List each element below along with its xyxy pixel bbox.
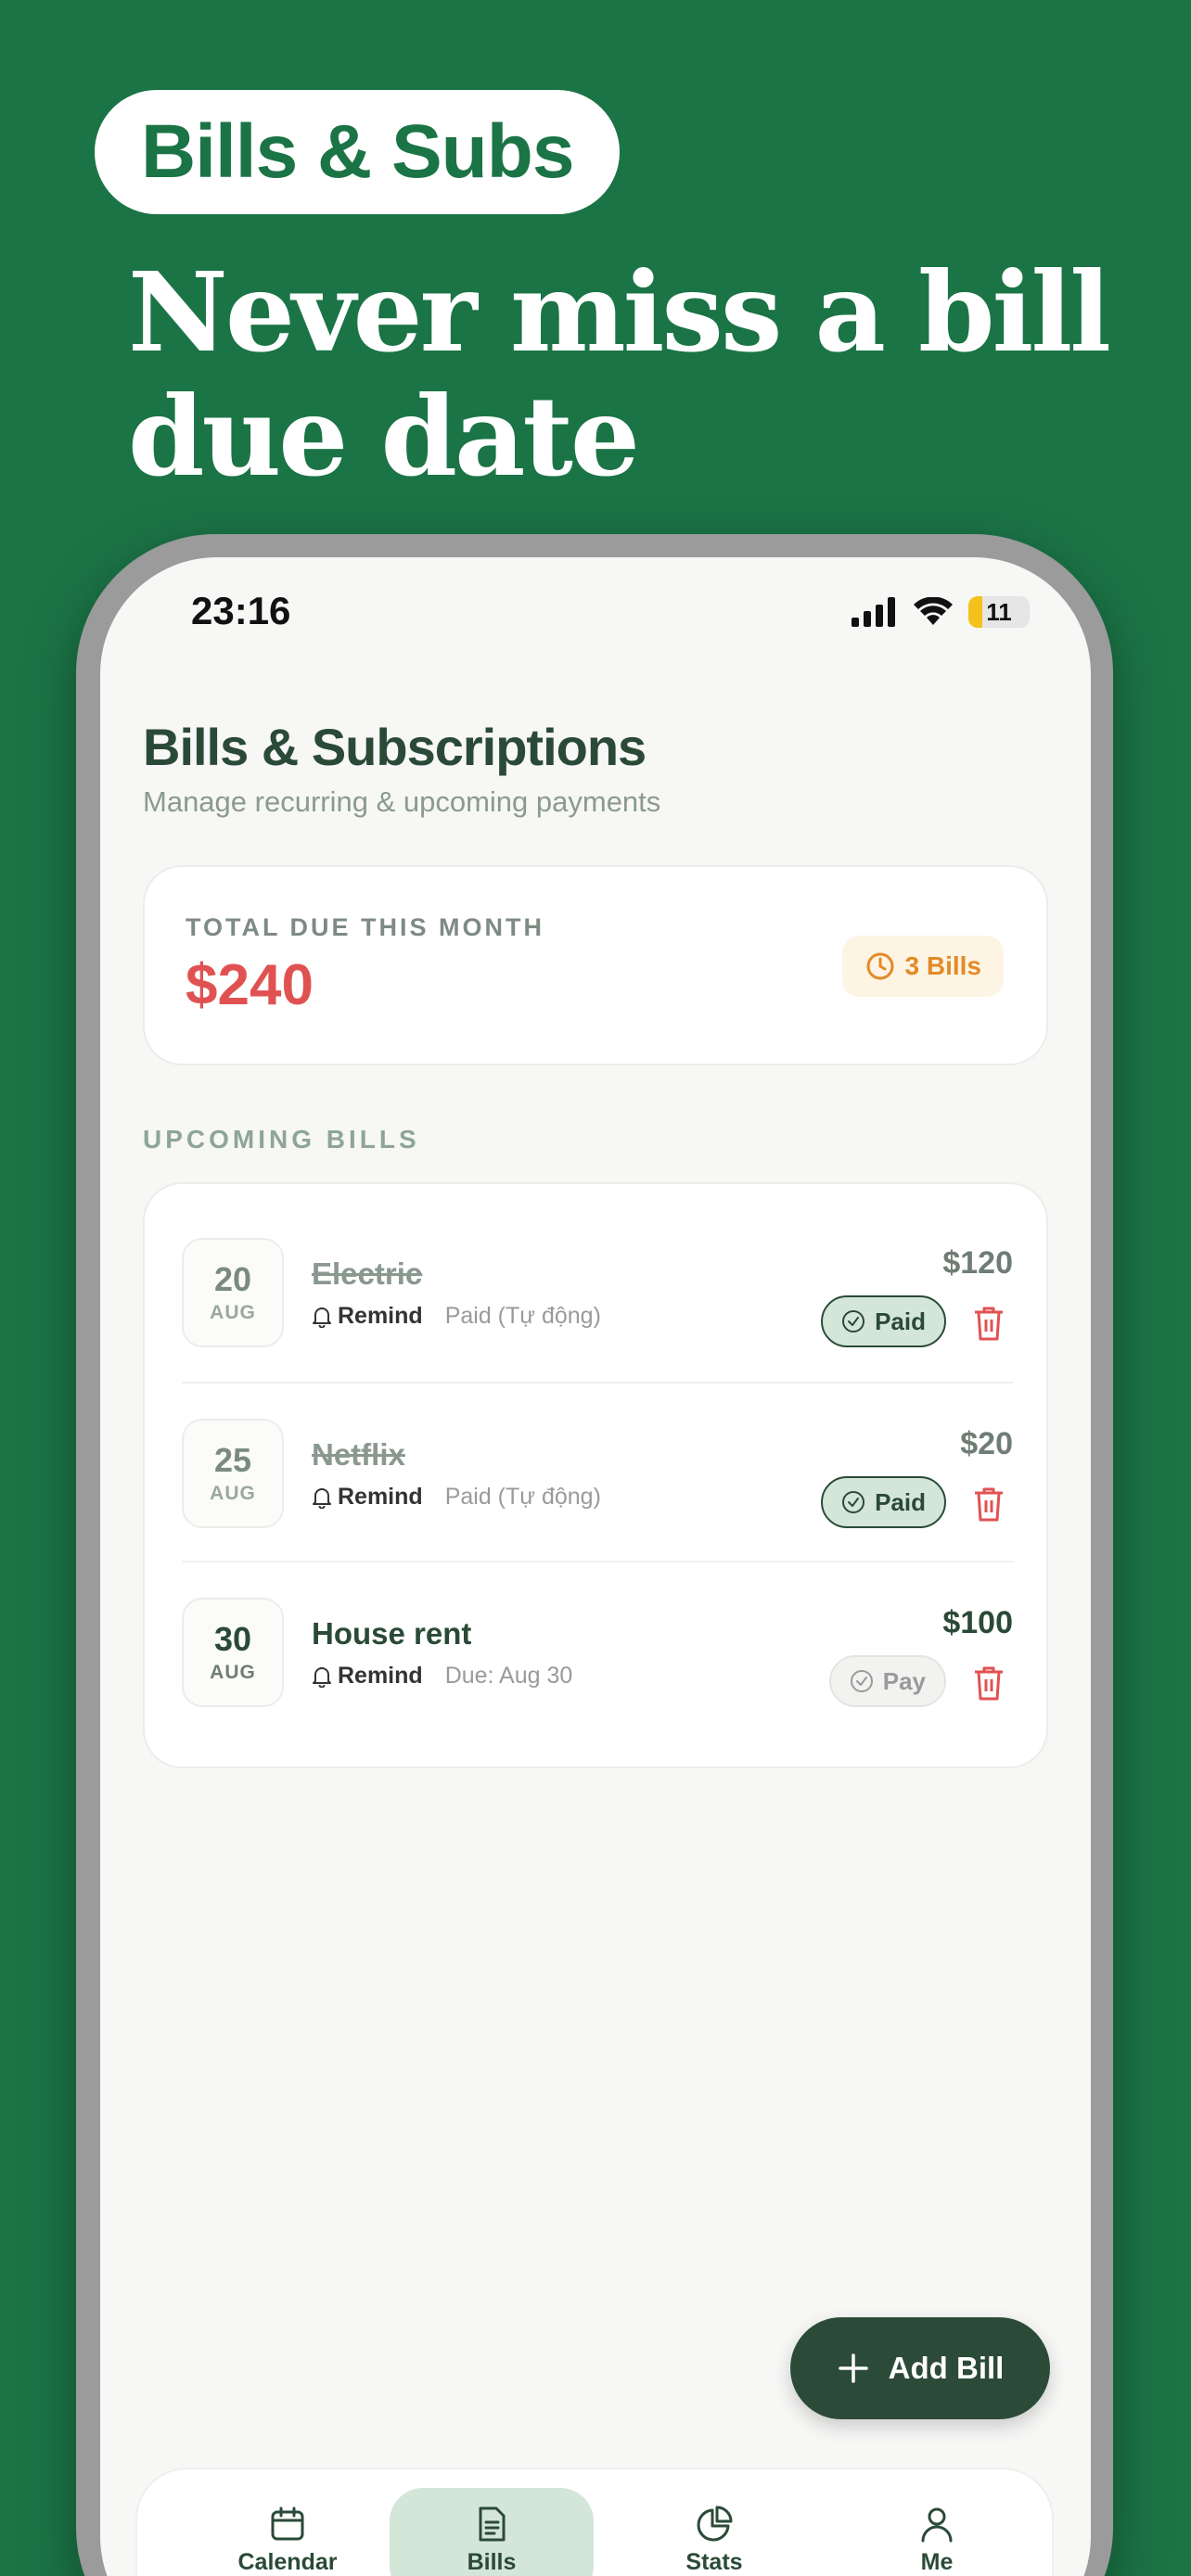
bill-amount: $120 — [942, 1245, 1013, 1281]
bill-day: 25 — [213, 1441, 252, 1479]
trash-icon[interactable] — [972, 1664, 1005, 1702]
bell-icon — [313, 1487, 331, 1509]
total-due-card: TOTAL DUE THIS MONTH $240 3 Bills — [143, 865, 1048, 1065]
cellular-signal-icon — [852, 597, 895, 627]
promo-headline: Never miss a bill due date — [128, 250, 1148, 499]
nav-item-me[interactable]: Me — [835, 2488, 1039, 2576]
total-due-amount: $240 — [186, 953, 314, 1017]
check-circle-icon — [850, 1670, 873, 1692]
bill-month: AUG — [210, 1483, 256, 1504]
bill-name: Netflix — [312, 1437, 405, 1472]
battery-icon: 11 — [968, 596, 1030, 628]
remind-label: Remind — [338, 1663, 423, 1689]
promo-app-name: Bills & Subs — [141, 109, 574, 194]
trash-icon[interactable] — [972, 1305, 1005, 1342]
user-icon — [921, 2507, 953, 2543]
bill-month: AUG — [210, 1302, 256, 1323]
trash-icon[interactable] — [972, 1486, 1005, 1523]
bills-count: 3 Bills — [904, 951, 981, 980]
nav-label: Calendar — [237, 2549, 338, 2575]
bill-meta: Remind Paid (Tự động) — [312, 1303, 601, 1330]
nav-item-bills[interactable]: Bills — [390, 2488, 594, 2576]
bill-date: 30 AUG — [182, 1598, 284, 1707]
phone-screen: 23:16 11 Bills & Subscriptions Manage re… — [100, 557, 1091, 2576]
bill-day: 30 — [213, 1620, 252, 1658]
add-bill-label: Add Bill — [888, 2351, 1005, 2385]
page-subtitle: Manage recurring & upcoming payments — [143, 785, 661, 818]
bill-amount: $100 — [942, 1605, 1013, 1640]
page-title: Bills & Subscriptions — [143, 718, 647, 776]
remind-toggle[interactable]: Remind — [312, 1663, 423, 1690]
paid-button[interactable]: Paid — [821, 1295, 946, 1347]
bill-month: AUG — [210, 1662, 256, 1683]
paid-button-label: Paid — [875, 1307, 926, 1335]
pay-button-label: Pay — [882, 1666, 926, 1695]
bills-list: 20 AUG Electric Remind Paid (Tự động) $1… — [143, 1182, 1048, 1768]
add-bill-button[interactable]: Add Bill — [790, 2317, 1050, 2419]
status-time: 23:16 — [191, 589, 291, 632]
check-circle-icon — [842, 1491, 865, 1513]
battery-level: 11 — [986, 597, 1012, 626]
nav-item-calendar[interactable]: Calendar — [186, 2488, 390, 2576]
bill-status: Due: Aug 30 — [444, 1663, 573, 1689]
pie-chart-icon — [697, 2506, 733, 2542]
bill-name: House rent — [312, 1616, 472, 1651]
bill-day: 20 — [213, 1260, 252, 1298]
promo-headline-line-2: due date — [128, 372, 640, 501]
nav-label: Me — [920, 2549, 954, 2575]
bill-row-electric[interactable]: 20 AUG Electric Remind Paid (Tự động) $1… — [182, 1203, 1013, 1381]
promo-headline-line-1: Never miss a bill — [128, 248, 1111, 376]
bill-meta: Remind Paid (Tự động) — [312, 1484, 601, 1511]
bill-row-netflix[interactable]: 25 AUG Netflix Remind Paid (Tự động) $20 — [182, 1382, 1013, 1560]
total-due-label: TOTAL DUE THIS MONTH — [186, 913, 544, 941]
remind-toggle[interactable]: Remind — [312, 1484, 423, 1511]
bell-icon — [313, 1666, 331, 1688]
bill-amount: $20 — [960, 1426, 1013, 1461]
wifi-icon — [914, 597, 953, 625]
bill-date: 25 AUG — [182, 1419, 284, 1528]
nav-label: Stats — [685, 2549, 743, 2575]
bill-status: Paid (Tự động) — [444, 1484, 601, 1510]
bill-meta: Remind Due: Aug 30 — [312, 1663, 572, 1690]
nav-item-stats[interactable]: Stats — [612, 2488, 816, 2576]
clock-icon — [866, 952, 894, 980]
remind-label: Remind — [338, 1303, 423, 1329]
bell-icon — [313, 1307, 331, 1328]
status-bar: 23:16 11 — [100, 557, 1091, 669]
promo-app-name-pill: Bills & Subs — [95, 90, 621, 214]
bill-status: Paid (Tự động) — [444, 1303, 601, 1329]
status-icons: 11 — [852, 596, 1030, 628]
remind-toggle[interactable]: Remind — [312, 1303, 423, 1330]
plus-icon — [838, 2353, 868, 2383]
bill-name: Electric — [312, 1256, 423, 1291]
pay-button[interactable]: Pay — [828, 1655, 946, 1707]
nav-label: Bills — [467, 2549, 517, 2575]
calendar-icon — [271, 2506, 304, 2541]
document-icon — [479, 2506, 506, 2542]
bill-date: 20 AUG — [182, 1238, 284, 1347]
paid-button-label: Paid — [875, 1487, 926, 1516]
bottom-nav: Calendar Bills Stats Me — [135, 2468, 1054, 2576]
bills-count-badge: 3 Bills — [841, 936, 1004, 997]
remind-label: Remind — [338, 1484, 423, 1510]
upcoming-bills-label: UPCOMING BILLS — [143, 1125, 420, 1154]
bill-row-house-rent[interactable]: 30 AUG House rent Remind Due: Aug 30 $10… — [182, 1561, 1013, 1739]
paid-button[interactable]: Paid — [821, 1476, 946, 1528]
check-circle-icon — [842, 1310, 865, 1333]
